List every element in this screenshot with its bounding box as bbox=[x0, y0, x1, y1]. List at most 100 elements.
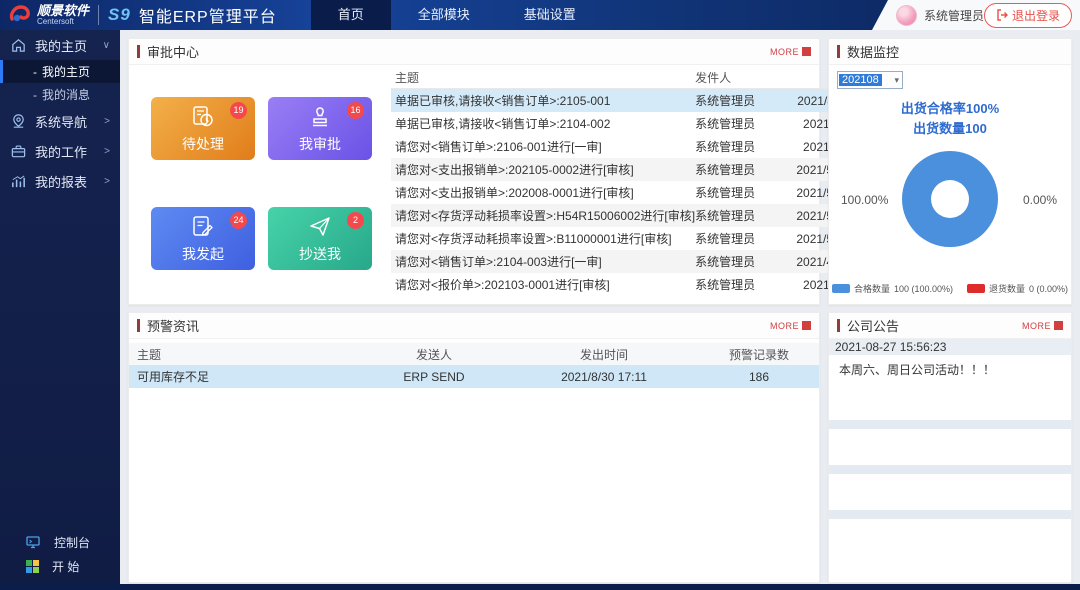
col-header-subject: 主题 bbox=[391, 69, 695, 86]
legend-swatch-blue bbox=[832, 284, 850, 293]
cell-count: 186 bbox=[699, 370, 819, 384]
table-row[interactable]: 请您对<销售订单>:2106-001进行[一审] 系统管理员 2021/6/5 … bbox=[391, 135, 887, 158]
sidebar-item-my-work[interactable]: 我的工作 > bbox=[0, 136, 120, 166]
sidebar-item-my-reports[interactable]: 我的报表 > bbox=[0, 166, 120, 196]
logo-area: 顺景软件 Centersoft S9 智能ERP管理平台 bbox=[0, 3, 277, 27]
approval-center-panel: 审批中心 MORE 待处理 19 bbox=[128, 38, 820, 305]
announcement-content[interactable]: 本周六、周日公司活动！！！ bbox=[829, 355, 1071, 405]
donut-hole bbox=[931, 180, 969, 218]
cell-sender: ERP SEND bbox=[359, 370, 509, 384]
cell-sender: 系统管理员 bbox=[695, 253, 783, 270]
cell-subject: 请您对<支出报销单>:202008-0001进行[审核] bbox=[391, 184, 695, 201]
more-link[interactable]: MORE bbox=[770, 47, 811, 57]
tile-my-initiated[interactable]: 我发起 24 bbox=[151, 207, 255, 270]
table-row[interactable]: 单据已审核,请接收<销售订单>:2104-002 系统管理员 2021/8/5 … bbox=[391, 112, 887, 135]
approval-body: 待处理 19 我审批 16 bbox=[129, 65, 819, 304]
announcement-row-placeholder bbox=[829, 465, 1071, 474]
legend-value: 100 (100.00%) bbox=[894, 284, 953, 294]
cell-sender: 系统管理员 bbox=[695, 230, 783, 247]
announcements-panel: 公司公告 MORE 2021-08-27 15:56:23 本周六、周日公司活动… bbox=[828, 312, 1072, 583]
start-icon bbox=[26, 560, 39, 573]
donut-chart bbox=[902, 151, 998, 247]
avatar[interactable] bbox=[896, 5, 917, 26]
tile-cc-me[interactable]: 抄送我 2 bbox=[268, 207, 372, 270]
doc-clock-icon bbox=[190, 104, 216, 130]
table-row[interactable]: 请您对<存货浮动耗损率设置>:B11000001进行[审核] 系统管理员 202… bbox=[391, 227, 887, 250]
nav-tab-all-modules[interactable]: 全部模块 bbox=[391, 0, 497, 30]
announcement-row-placeholder bbox=[829, 510, 1071, 519]
more-icon bbox=[802, 321, 811, 330]
announcement-row-placeholder bbox=[829, 519, 1071, 555]
table-row[interactable]: 请您对<支出报销单>:202008-0001进行[审核] 系统管理员 2021/… bbox=[391, 181, 887, 204]
console-label: 控制台 bbox=[54, 534, 90, 551]
legend-label: 退货数量 bbox=[989, 282, 1025, 295]
erp-dashboard: 顺景软件 Centersoft S9 智能ERP管理平台 首页 全部模块 基础设… bbox=[0, 0, 1080, 590]
more-label: MORE bbox=[1022, 321, 1051, 331]
sidebar-item-system-nav[interactable]: 系统导航 > bbox=[0, 106, 120, 136]
sidebar-item-my-home[interactable]: 我的主页 ∨ bbox=[0, 30, 120, 60]
username: 系统管理员 bbox=[924, 7, 984, 24]
donut-label-right: 0.00% bbox=[1023, 193, 1057, 207]
cell-time: 2021/8/30 17:11 bbox=[509, 370, 699, 384]
announcement-datetime: 2021-08-27 15:56:23 bbox=[829, 339, 1071, 355]
table-row[interactable]: 请您对<报价单>:202103-0001进行[审核] 系统管理员 2021/3/… bbox=[391, 273, 887, 296]
chart-legend: 合格数量 100 (100.00%) 退货数量 0 (0.00%) bbox=[829, 282, 1071, 295]
donut-label-left: 100.00% bbox=[841, 193, 888, 207]
console-button[interactable]: 控制台 bbox=[0, 530, 120, 554]
logout-button[interactable]: 退出登录 bbox=[984, 3, 1072, 28]
product-name: 智能ERP管理平台 bbox=[139, 3, 277, 27]
announcement-row-placeholder bbox=[829, 474, 1071, 510]
announcement-row-placeholder bbox=[829, 420, 1071, 429]
legend-item-pass: 合格数量 100 (100.00%) bbox=[832, 282, 953, 295]
more-label: MORE bbox=[770, 47, 799, 57]
more-link[interactable]: MORE bbox=[770, 321, 811, 331]
table-row[interactable]: 请您对<支出报销单>:202105-0002进行[审核] 系统管理员 2021/… bbox=[391, 158, 887, 181]
nav-tab-base-settings[interactable]: 基础设置 bbox=[497, 0, 603, 30]
cell-sender: 系统管理员 bbox=[695, 138, 783, 155]
select-caret-icon: ▾ bbox=[894, 75, 899, 86]
tile-pending[interactable]: 待处理 19 bbox=[151, 97, 255, 160]
table-row[interactable]: 请您对<销售订单>:2104-003进行[一审] 系统管理员 2021/4/23… bbox=[391, 250, 887, 273]
paper-plane-icon bbox=[307, 214, 333, 240]
dash-icon: - bbox=[33, 88, 37, 102]
panel-title: 审批中心 bbox=[147, 42, 199, 61]
brand-name: 顺景软件 bbox=[37, 4, 89, 18]
badge-count: 2 bbox=[347, 212, 364, 229]
sidebar-subitem-label: 我的消息 bbox=[42, 86, 90, 103]
cell-subject: 请您对<支出报销单>:202105-0002进行[审核] bbox=[391, 161, 695, 178]
product-logo: S9 bbox=[108, 5, 131, 25]
legend-value: 0 (0.00%) bbox=[1029, 284, 1068, 294]
legend-item-return: 退货数量 0 (0.00%) bbox=[967, 282, 1068, 295]
cell-sender: 系统管理员 bbox=[695, 161, 783, 178]
panel-title: 公司公告 bbox=[847, 316, 899, 335]
tile-my-approvals[interactable]: 我审批 16 bbox=[268, 97, 372, 160]
approval-tiles: 待处理 19 我审批 16 bbox=[129, 65, 387, 304]
badge-count: 24 bbox=[230, 212, 247, 229]
brand-block: 顺景软件 Centersoft bbox=[37, 4, 89, 26]
table-row[interactable]: 可用库存不足 ERP SEND 2021/8/30 17:11 186 bbox=[129, 365, 819, 388]
legend-label: 合格数量 bbox=[854, 282, 890, 295]
chevron-right-icon: > bbox=[104, 176, 110, 187]
table-row[interactable]: 请您对<存货浮动耗损率设置>:H54R15006002进行[审核] 系统管理员 … bbox=[391, 204, 887, 227]
nav-tab-home[interactable]: 首页 bbox=[311, 0, 391, 30]
more-link[interactable]: MORE bbox=[1022, 321, 1063, 331]
chevron-right-icon: > bbox=[104, 116, 110, 127]
start-button[interactable]: 开 始 bbox=[0, 554, 120, 578]
accent-bar bbox=[137, 45, 140, 58]
top-header: 顺景软件 Centersoft S9 智能ERP管理平台 首页 全部模块 基础设… bbox=[0, 0, 1080, 30]
panel-header: 预警资讯 MORE bbox=[129, 313, 819, 339]
cell-subject: 请您对<存货浮动耗损率设置>:B11000001进行[审核] bbox=[391, 230, 695, 247]
panel-header: 数据监控 bbox=[829, 39, 1071, 65]
main-nav: 首页 全部模块 基础设置 bbox=[311, 0, 603, 30]
sidebar-item-label: 我的主页 bbox=[35, 36, 87, 55]
period-select[interactable]: 202108 ▾ bbox=[837, 71, 903, 89]
panel-title: 数据监控 bbox=[847, 42, 899, 61]
sidebar-subitem-my-home[interactable]: - 我的主页 bbox=[0, 60, 120, 83]
sidebar-subitem-my-messages[interactable]: - 我的消息 bbox=[0, 83, 120, 106]
tile-label: 我发起 bbox=[182, 244, 224, 264]
panel-header: 公司公告 MORE bbox=[829, 313, 1071, 339]
chevron-right-icon: > bbox=[104, 146, 110, 157]
col-header-count: 预警记录数 bbox=[699, 346, 819, 363]
table-row[interactable]: 单据已审核,请接收<销售订单>:2105-001 系统管理员 2021/8/14… bbox=[391, 89, 887, 112]
badge-count: 19 bbox=[230, 102, 247, 119]
